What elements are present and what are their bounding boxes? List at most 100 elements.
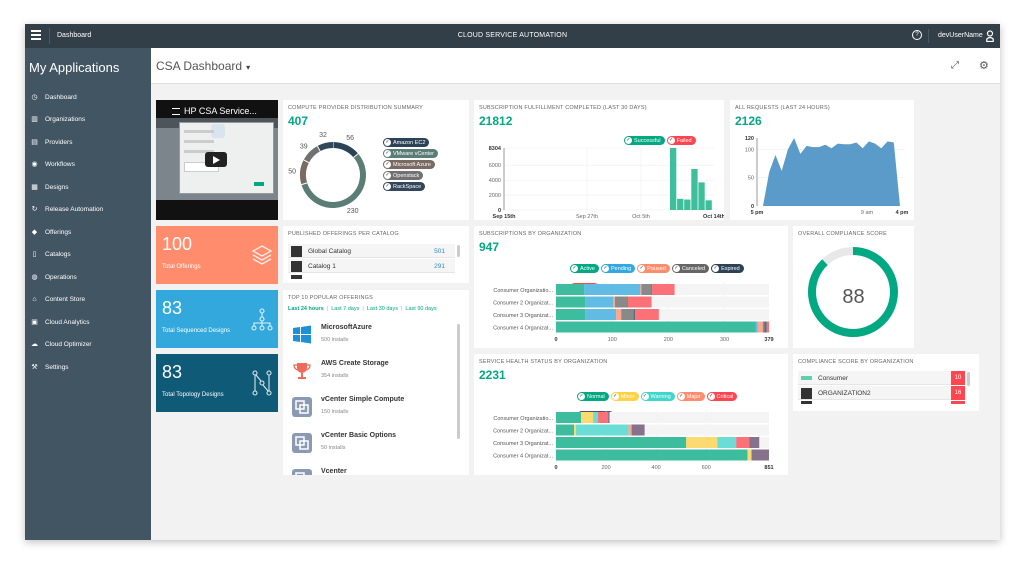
bar[interactable] bbox=[677, 198, 684, 210]
legend-item-amazon-ec2[interactable]: ✓ Amazon EC2 bbox=[383, 138, 430, 147]
area-series[interactable] bbox=[763, 138, 900, 206]
bar-segment[interactable] bbox=[717, 437, 737, 448]
bar-segment[interactable] bbox=[556, 321, 756, 333]
sidebar-item-release-automation[interactable]: ↻ Release Automation bbox=[25, 199, 151, 222]
user-icon[interactable] bbox=[986, 30, 994, 42]
legend-item-microsoft-azure[interactable]: ✓ Microsoft Azure bbox=[383, 160, 435, 169]
bar-segment[interactable] bbox=[556, 424, 575, 436]
total-offerings-tile[interactable]: 100 Total Offerings bbox=[156, 226, 278, 284]
sidebar-item-dashboard[interactable]: ◷ Dashboard bbox=[25, 86, 151, 109]
sidebar-item-cloud-optimizer[interactable]: ☁ Cloud Optimizer bbox=[25, 334, 151, 357]
bar-segment[interactable] bbox=[633, 309, 636, 320]
bar-segment[interactable] bbox=[585, 309, 617, 320]
donut-slice[interactable] bbox=[303, 145, 321, 163]
total-topology-designs-tile[interactable]: 83 Total Topology Designs bbox=[156, 354, 278, 412]
bar-segment[interactable] bbox=[764, 321, 767, 333]
bar-segment[interactable] bbox=[652, 284, 675, 295]
sidebar-item-cloud-analytics[interactable]: ▣ Cloud Analytics bbox=[25, 311, 151, 334]
bar-segment[interactable] bbox=[627, 296, 628, 308]
catalog-row[interactable]: Global Catalog 501 bbox=[288, 244, 455, 258]
bar-segment[interactable] bbox=[613, 296, 616, 308]
bar-segment[interactable] bbox=[556, 437, 687, 448]
gear-icon[interactable]: ⚙ bbox=[979, 59, 989, 72]
bar-segment[interactable] bbox=[576, 424, 629, 436]
legend-item-openstack[interactable]: ✓ Openstack bbox=[383, 171, 424, 180]
sidebar-item-providers[interactable]: ▤ Providers bbox=[25, 131, 151, 154]
sidebar-item-workflows[interactable]: ◉ Workflows bbox=[25, 154, 151, 177]
tab-last-7-days[interactable]: Last 7 days bbox=[331, 306, 359, 312]
bar-segment[interactable] bbox=[751, 449, 769, 461]
compliance-row[interactable]: ORGANIZATION2 16 bbox=[798, 386, 965, 400]
tab-last-90-days[interactable]: Last 90 days bbox=[405, 306, 436, 312]
offering-item[interactable]: Vcenter bbox=[288, 466, 448, 475]
legend-item-minor[interactable]: ✓ Minor bbox=[610, 392, 639, 401]
bar-segment[interactable] bbox=[556, 284, 585, 295]
bar-segment[interactable] bbox=[608, 412, 610, 423]
bar-segment[interactable] bbox=[556, 296, 586, 308]
catalog-count[interactable]: 501 bbox=[434, 248, 445, 255]
bar-segment[interactable] bbox=[574, 424, 577, 436]
sidebar-item-catalogs[interactable]: ▯ Catalogs bbox=[25, 244, 151, 267]
bar-segment[interactable] bbox=[747, 449, 752, 461]
offering-item[interactable]: MicrosoftAzure 500 installs bbox=[288, 322, 448, 357]
legend-item-vmware-vcenter[interactable]: ✓ VMware vCenter bbox=[383, 149, 438, 158]
bar-segment[interactable] bbox=[757, 321, 763, 333]
bar[interactable] bbox=[670, 148, 677, 210]
bar-segment[interactable] bbox=[615, 296, 628, 308]
expand-icon[interactable]: ⤢ bbox=[951, 60, 959, 71]
bar[interactable] bbox=[698, 182, 705, 210]
bar-segment[interactable] bbox=[640, 284, 642, 295]
compliance-row[interactable]: Consumer 10 bbox=[798, 371, 965, 385]
bar-segment[interactable] bbox=[616, 309, 622, 320]
offering-item[interactable]: vCenter Basic Options 50 installs bbox=[288, 430, 448, 465]
sidebar-item-content-store[interactable]: ⌂ Content Store bbox=[25, 289, 151, 312]
bar-segment[interactable] bbox=[598, 412, 609, 423]
bar[interactable] bbox=[705, 200, 712, 210]
legend-item-warning[interactable]: ✓ Warning bbox=[640, 392, 675, 401]
bar-segment[interactable] bbox=[556, 449, 748, 461]
donut-slice[interactable] bbox=[301, 153, 366, 208]
catalog-count[interactable]: 291 bbox=[434, 263, 445, 270]
bar-segment[interactable] bbox=[749, 437, 760, 448]
donut-slice[interactable] bbox=[317, 142, 334, 152]
bar[interactable] bbox=[684, 199, 691, 210]
offering-item[interactable]: vCenter Simple Compute 150 installs bbox=[288, 394, 448, 429]
catalog-row[interactable]: Catalog 1 291 bbox=[288, 259, 455, 273]
donut-slice[interactable] bbox=[300, 159, 310, 185]
bar-segment[interactable] bbox=[686, 437, 718, 448]
help-icon[interactable]: ? bbox=[912, 30, 922, 40]
legend-item-rackspace[interactable]: ✓ RackSpace bbox=[383, 182, 426, 191]
legend-item-major[interactable]: ✓ Major bbox=[676, 392, 705, 401]
bar-segment[interactable] bbox=[641, 284, 652, 295]
bar-segment[interactable] bbox=[628, 424, 632, 436]
play-button[interactable] bbox=[205, 152, 227, 167]
bar-segment[interactable] bbox=[581, 412, 594, 423]
legend-item-normal[interactable]: ✓ Normal bbox=[577, 392, 609, 401]
legend-item-expired[interactable]: ✓ Expired bbox=[711, 264, 744, 273]
user-name[interactable]: devUserName bbox=[938, 32, 983, 39]
bar[interactable] bbox=[691, 168, 698, 210]
bar-segment[interactable] bbox=[736, 437, 750, 448]
dashboard-selector[interactable]: CSA Dashboard ▾ bbox=[156, 59, 250, 73]
bar-segment[interactable] bbox=[762, 321, 765, 333]
sidebar-item-operations[interactable]: ◍ Operations bbox=[25, 266, 151, 289]
bar-segment[interactable] bbox=[584, 284, 641, 295]
scrollbar[interactable] bbox=[457, 245, 460, 257]
bar-segment[interactable] bbox=[556, 309, 586, 320]
sidebar-item-offerings[interactable]: ◆ Offerings bbox=[25, 221, 151, 244]
sidebar-item-organizations[interactable]: ▥ Organizations bbox=[25, 109, 151, 132]
tab-last-24-hours[interactable]: Last 24 hours bbox=[288, 306, 324, 312]
sidebar-item-settings[interactable]: ⚒ Settings bbox=[25, 356, 151, 379]
bar-segment[interactable] bbox=[766, 321, 769, 333]
bar-segment[interactable] bbox=[621, 309, 634, 320]
legend-item-critical[interactable]: ✓ Critical bbox=[706, 392, 738, 401]
bar-segment[interactable] bbox=[635, 309, 659, 320]
bar-segment[interactable] bbox=[593, 412, 599, 423]
bar-segment[interactable] bbox=[651, 284, 653, 295]
bar-segment[interactable] bbox=[751, 449, 752, 461]
bar-segment[interactable] bbox=[585, 296, 614, 308]
tab-last-30-days[interactable]: Last 30 days bbox=[367, 306, 398, 312]
offering-item[interactable]: AWS Create Storage 354 installs bbox=[288, 358, 448, 393]
scrollbar[interactable] bbox=[457, 324, 460, 439]
video-player[interactable]: HP CSA Service... bbox=[156, 100, 278, 220]
